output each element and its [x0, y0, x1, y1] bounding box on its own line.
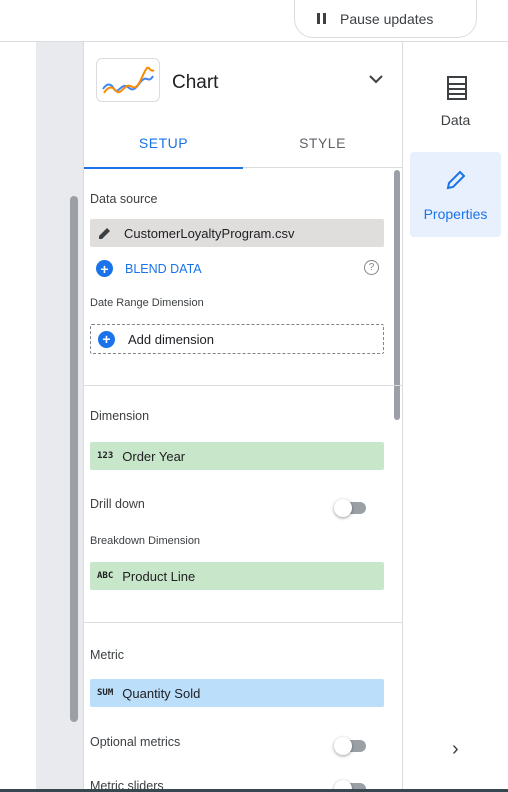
chart-type-selector[interactable]: Chart	[84, 42, 402, 118]
metric-heading: Metric	[90, 648, 125, 662]
pencil-icon[interactable]	[98, 226, 112, 240]
canvas-scrollbar[interactable]	[70, 196, 78, 722]
optional-metrics-toggle[interactable]	[334, 737, 368, 755]
metric-chip[interactable]: SUM Quantity Sold	[90, 679, 384, 707]
optional-metrics-label: Optional metrics	[90, 735, 181, 749]
chart-type-title: Chart	[172, 72, 219, 93]
section-divider	[84, 622, 402, 623]
pause-updates-button[interactable]: Pause updates	[294, 0, 477, 38]
breakdown-dimension-heading: Breakdown Dimension	[90, 535, 201, 547]
add-date-range-dimension[interactable]: + Add dimension	[90, 324, 384, 354]
top-bar: Pause updates	[0, 0, 508, 42]
add-circle-icon: +	[96, 260, 113, 277]
drill-down-toggle[interactable]	[334, 499, 368, 517]
properties-tab-button[interactable]: Properties	[410, 152, 501, 237]
add-dimension-label: Add dimension	[128, 331, 214, 347]
table-icon	[447, 76, 467, 103]
tab-setup[interactable]: SETUP	[84, 118, 243, 169]
data-source-name: CustomerLoyaltyProgram.csv	[124, 225, 295, 241]
chevron-down-icon[interactable]	[368, 72, 384, 90]
line-chart-icon	[96, 58, 160, 102]
properties-tab-label: Properties	[423, 206, 488, 222]
section-divider	[84, 385, 402, 386]
right-rail: Data Properties	[404, 42, 508, 792]
breakdown-dimension-chip[interactable]: ABC Product Line	[90, 562, 384, 590]
data-tab-label: Data	[440, 112, 471, 128]
pencil-icon	[446, 170, 466, 193]
properties-panel: Chart SETUP STYLE Data source CustomerLo…	[83, 42, 403, 792]
tab-style[interactable]: STYLE	[243, 118, 402, 168]
text-type-icon: ABC	[97, 571, 114, 581]
panel-scrollbar[interactable]	[394, 170, 400, 420]
breakdown-dimension-value: Product Line	[122, 568, 196, 584]
data-source-heading: Data source	[90, 192, 158, 206]
number-type-icon: 123	[97, 451, 114, 461]
help-icon[interactable]: ?	[364, 260, 379, 275]
drill-down-label: Drill down	[90, 497, 145, 511]
data-tab-button[interactable]: Data	[410, 66, 501, 151]
report-canvas[interactable]	[0, 42, 36, 792]
date-range-heading: Date Range Dimension	[90, 297, 204, 309]
sum-aggregation-icon: SUM	[97, 688, 114, 698]
add-circle-icon: +	[98, 330, 115, 348]
data-source-field[interactable]: CustomerLoyaltyProgram.csv	[90, 219, 384, 247]
chevron-right-icon[interactable]: ›	[452, 738, 459, 761]
blend-data-label: BLEND DATA	[125, 261, 202, 276]
dimension-chip[interactable]: 123 Order Year	[90, 442, 384, 470]
metric-value: Quantity Sold	[122, 685, 201, 701]
dimension-heading: Dimension	[90, 409, 150, 423]
pause-updates-label: Pause updates	[340, 10, 434, 27]
pause-icon	[317, 13, 326, 24]
panel-tabs: SETUP STYLE	[84, 118, 402, 169]
blend-data-button[interactable]: + BLEND DATA	[96, 260, 202, 277]
dimension-value: Order Year	[122, 448, 186, 464]
